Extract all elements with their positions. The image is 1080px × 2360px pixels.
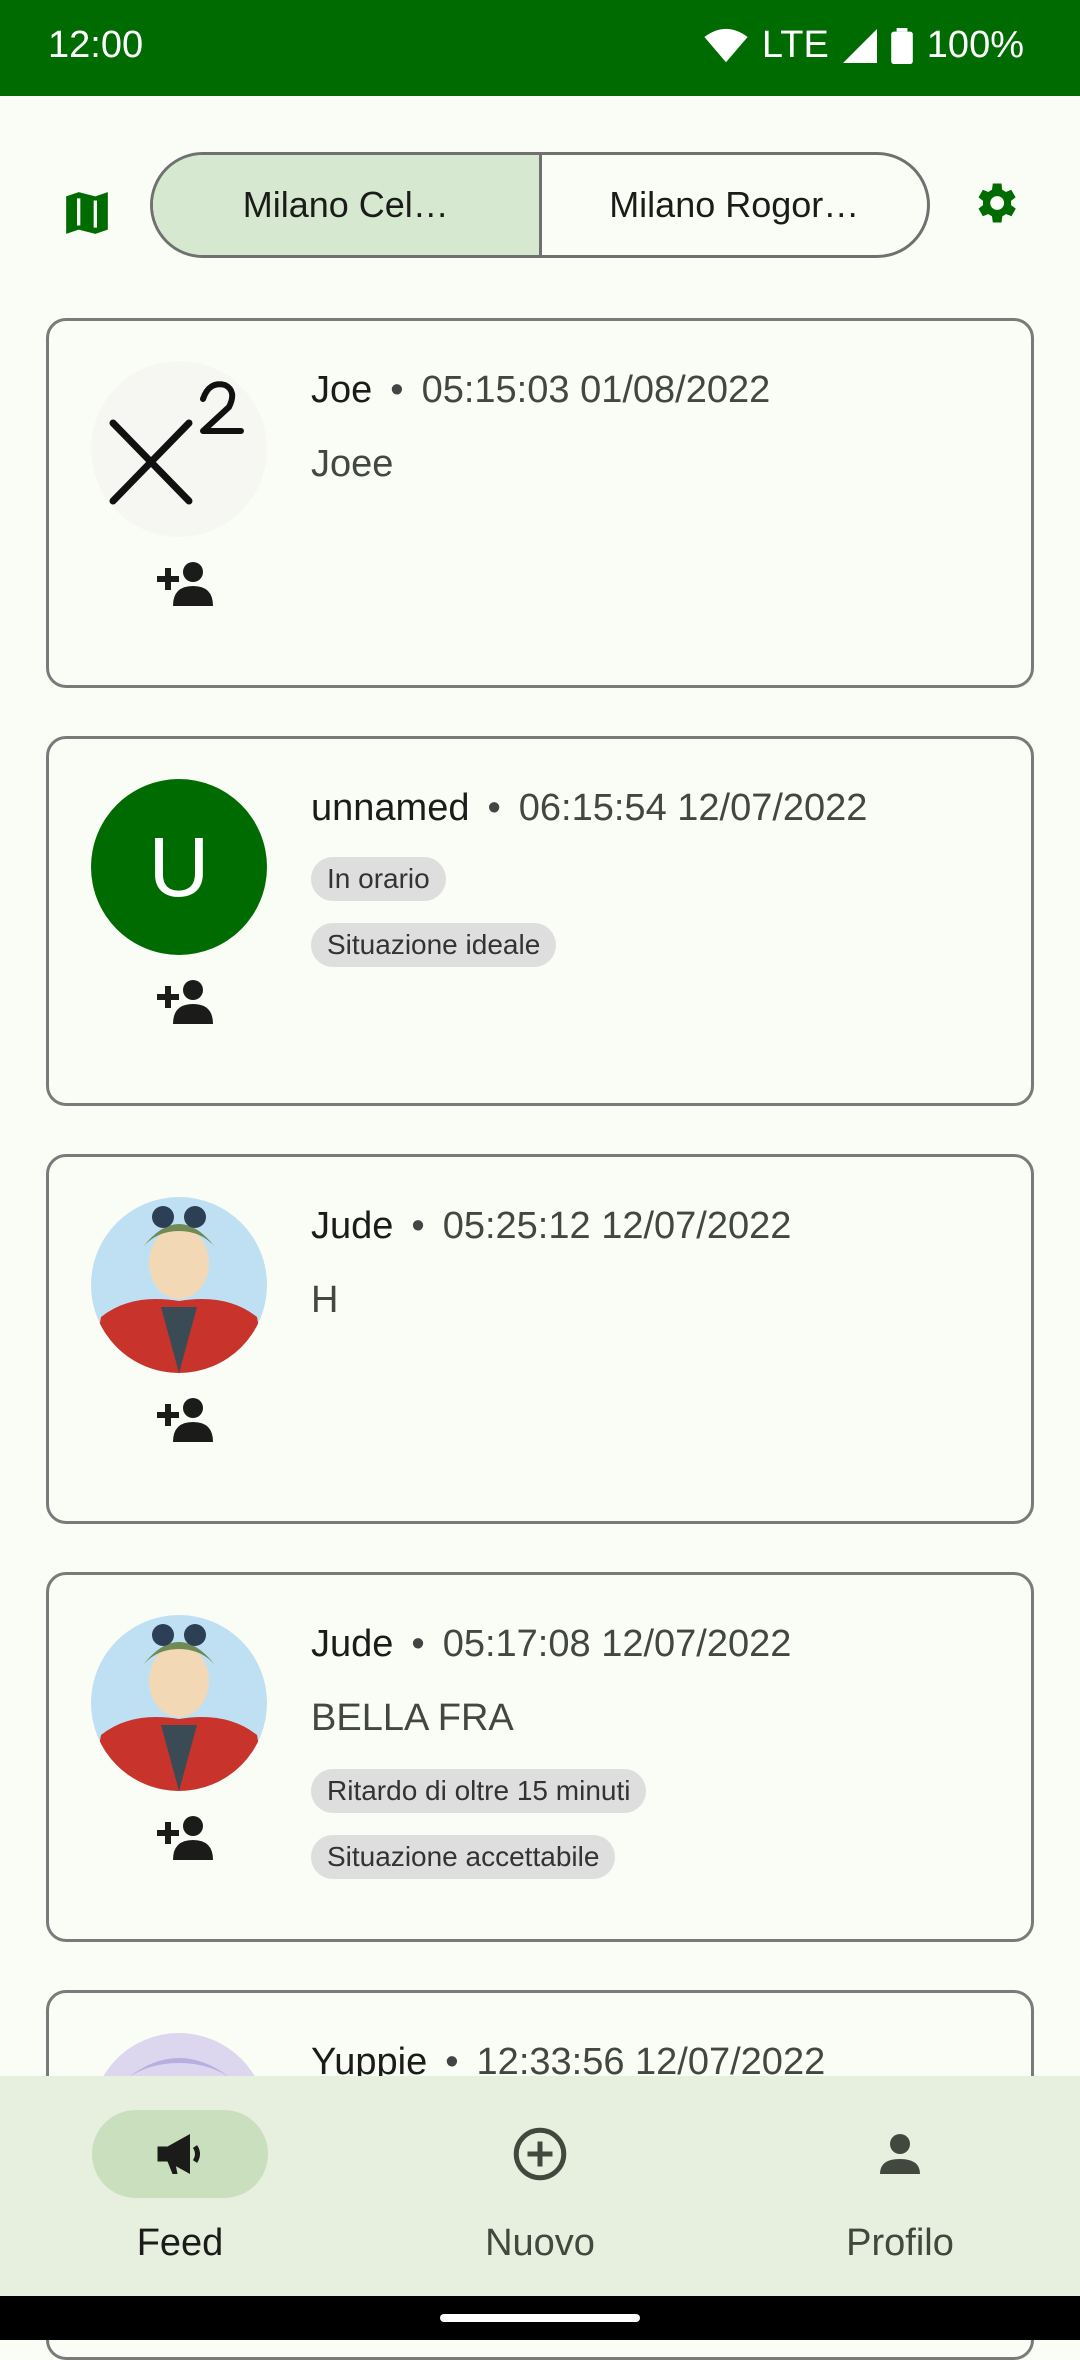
feed-card[interactable]: U unnamed • 06:15:54 12/07/2022 In orario …	[46, 736, 1034, 1106]
user-avatar[interactable]	[91, 1197, 267, 1373]
anime-character-image	[91, 1615, 267, 1791]
gear-icon	[969, 177, 1021, 234]
post-message: BELLA FRA	[311, 1697, 514, 1739]
add-friend-icon[interactable]	[149, 1811, 213, 1861]
status-tag: In orario	[311, 857, 446, 901]
post-message: H	[311, 1279, 339, 1321]
post-message: Joee	[311, 443, 394, 485]
status-time: 12:00	[48, 24, 144, 66]
network-type: LTE	[761, 24, 829, 66]
status-tag: Situazione ideale	[311, 923, 557, 967]
segment-milano-rogor[interactable]: Milano Rogor…	[542, 155, 928, 255]
status-tag: Ritardo di oltre 15 minuti	[311, 1769, 647, 1813]
post-time: 05:17:08 12/07/2022	[442, 1623, 792, 1665]
user-avatar[interactable]	[91, 1615, 267, 1791]
status-bar: 12:00 LTE 100%	[0, 0, 1080, 96]
add-friend-icon[interactable]	[149, 557, 213, 607]
nav-label: Nuovo	[485, 2222, 595, 2264]
megaphone-icon	[150, 2124, 210, 2184]
add-circle-icon	[510, 2124, 570, 2184]
post-time: 06:15:54 12/07/2022	[518, 787, 868, 829]
user-name[interactable]: unnamed	[311, 787, 469, 829]
card-header: Jude • 05:17:08 12/07/2022	[311, 1623, 792, 1665]
battery-icon	[890, 27, 913, 64]
wifi-icon	[704, 28, 748, 64]
segment-milano-cel[interactable]: Milano Cel…	[153, 155, 542, 255]
feed-card[interactable]: Jude • 05:17:08 12/07/2022 BELLA FRA Ritar…	[46, 1572, 1034, 1942]
map-icon	[62, 188, 112, 243]
status-icons: LTE 100%	[704, 24, 1024, 67]
math-symbol-image	[109, 381, 244, 505]
nav-profilo[interactable]: Profilo	[720, 2110, 1080, 2290]
add-friend-icon[interactable]	[149, 975, 213, 1025]
map-button[interactable]	[52, 180, 122, 250]
user-name[interactable]: Jude	[311, 1205, 393, 1247]
anime-character-image	[91, 1197, 267, 1373]
user-avatar[interactable]: U	[91, 779, 267, 955]
station-selector: Milano Cel… Milano Rogor…	[150, 152, 930, 258]
feed-card[interactable]: Joe • 05:15:03 01/08/2022 Joee	[46, 318, 1034, 688]
post-time: 05:15:03 01/08/2022	[421, 369, 771, 411]
settings-button[interactable]	[960, 170, 1030, 240]
card-header: unnamed • 06:15:54 12/07/2022	[311, 787, 868, 829]
feed-card[interactable]: Jude • 05:25:12 12/07/2022 H	[46, 1154, 1034, 1524]
user-avatar[interactable]	[91, 361, 267, 537]
status-tag: Situazione accettabile	[311, 1835, 616, 1879]
home-handle[interactable]	[440, 2314, 640, 2322]
cell-signal-icon	[842, 28, 877, 63]
bottom-navigation: Feed Nuovo Profilo	[0, 2076, 1080, 2296]
battery-percent: 100%	[926, 24, 1024, 66]
post-time: 05:25:12 12/07/2022	[442, 1205, 792, 1247]
nav-label: Profilo	[846, 2222, 954, 2264]
nav-feed[interactable]: Feed	[0, 2110, 360, 2290]
person-icon	[870, 2124, 930, 2184]
gesture-bar	[0, 2296, 1080, 2340]
card-header: Jude • 05:25:12 12/07/2022	[311, 1205, 792, 1247]
card-header: Joe • 05:15:03 01/08/2022	[311, 369, 771, 411]
nav-label: Feed	[136, 2222, 224, 2264]
user-name[interactable]: Joe	[311, 369, 372, 411]
user-name[interactable]: Jude	[311, 1623, 393, 1665]
nav-nuovo[interactable]: Nuovo	[360, 2110, 720, 2290]
add-friend-icon[interactable]	[149, 1393, 213, 1443]
